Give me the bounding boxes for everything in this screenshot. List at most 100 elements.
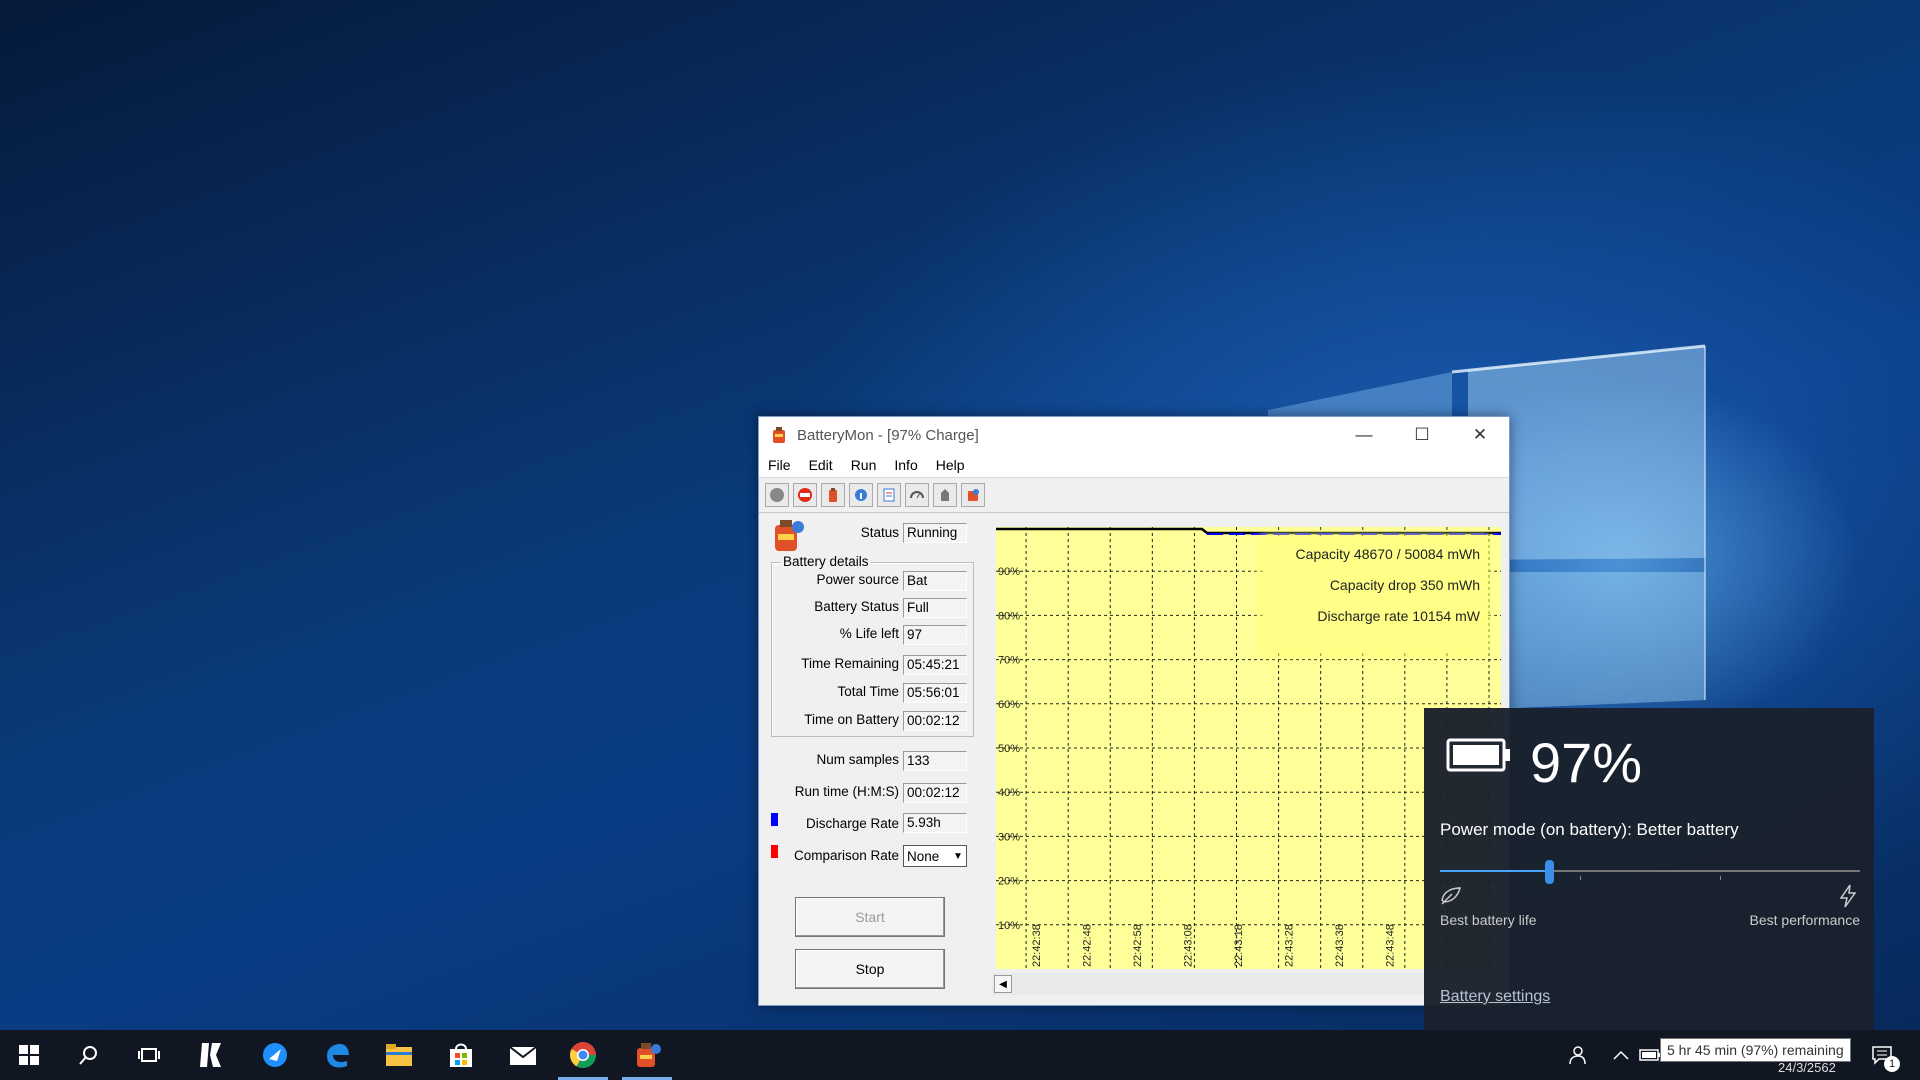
taskbar-edge[interactable]	[312, 1030, 362, 1080]
task-view-icon	[138, 1048, 160, 1062]
menu-bar: File Edit Run Info Help	[759, 453, 1509, 478]
menu-info[interactable]: Info	[885, 457, 926, 473]
batterymon-app-icon	[773, 427, 785, 443]
slider-fill	[1440, 870, 1550, 872]
y-tick-label: 10%	[998, 920, 1020, 932]
slider-thumb[interactable]	[1545, 860, 1555, 884]
power-mode-slider[interactable]	[1440, 856, 1860, 886]
slider-tick	[1580, 876, 1581, 880]
status-field: Running	[903, 523, 967, 543]
taskbar-app-2[interactable]	[250, 1030, 300, 1080]
time-remaining-label: Time Remaining	[801, 656, 899, 671]
stop-toolbar-button[interactable]	[793, 483, 817, 507]
edge-browser-icon	[327, 1044, 349, 1068]
windows-start-icon	[19, 1045, 39, 1065]
total-time-field: 05:56:01	[903, 683, 967, 703]
battery-settings-link[interactable]: Battery settings	[1440, 988, 1550, 1006]
y-tick-label: 70%	[998, 655, 1020, 667]
run-time-field: 00:02:12	[903, 783, 967, 803]
taskbar-batterymon[interactable]	[622, 1030, 672, 1080]
graph-info-box: Capacity 48670 / 50084 mWh Capacity drop…	[1264, 539, 1486, 651]
capacity-info: Capacity 48670 / 50084 mWh	[1295, 546, 1480, 562]
taskbar-mail[interactable]	[498, 1030, 548, 1080]
report-icon	[883, 488, 895, 502]
comparison-rate-select[interactable]: None ▼	[903, 845, 967, 867]
menu-file[interactable]: File	[759, 457, 800, 473]
show-hidden-icons-button[interactable]	[1606, 1030, 1636, 1080]
search-button[interactable]	[64, 1030, 114, 1080]
taskbar-app-1[interactable]	[186, 1030, 236, 1080]
report-toolbar-button[interactable]	[877, 483, 901, 507]
taskbar-chrome[interactable]	[558, 1030, 608, 1080]
close-button[interactable]: ✕	[1451, 417, 1509, 453]
scroll-left-icon[interactable]: ◀	[994, 975, 1012, 993]
life-left-field: 97	[903, 625, 967, 645]
action-center-button[interactable]: 1	[1862, 1030, 1902, 1080]
menu-edit[interactable]: Edit	[800, 457, 842, 473]
num-samples-field: 133	[903, 751, 967, 771]
discharge-rate-info: Discharge rate 10154 mW	[1317, 608, 1480, 624]
notification-count-badge: 1	[1884, 1056, 1900, 1072]
battery-details-legend: Battery details	[781, 554, 871, 569]
y-tick-label: 30%	[998, 831, 1020, 843]
chevron-up-icon	[1613, 1050, 1629, 1060]
y-tick-label: 50%	[998, 743, 1020, 755]
battery-tray-icon	[1639, 1049, 1660, 1061]
num-samples-label: Num samples	[816, 752, 899, 767]
maximize-button[interactable]: ☐	[1393, 417, 1451, 453]
slider-tick	[1720, 876, 1721, 880]
x-tick-label: 22:43:38	[1334, 924, 1346, 967]
x-tick-label: 22:43:48	[1385, 924, 1397, 967]
y-tick-label: 60%	[998, 699, 1020, 711]
info-toolbar-button[interactable]	[849, 483, 873, 507]
x-tick-label: 22:43:28	[1284, 924, 1296, 967]
capacity-drop-info: Capacity drop 350 mWh	[1329, 577, 1480, 593]
life-left-label: % Life left	[839, 626, 899, 641]
app-logo-icon	[200, 1043, 221, 1067]
start-button[interactable]	[4, 1030, 54, 1080]
status-label: Status	[860, 525, 899, 540]
battery-toolbar-button[interactable]	[821, 483, 845, 507]
comparison-rate-label: Comparison Rate	[793, 848, 899, 863]
discharge-rate-field: 5.93h	[903, 813, 967, 833]
x-tick-label: 22:42:58	[1132, 924, 1144, 967]
time-on-battery-label: Time on Battery	[804, 712, 899, 727]
taskbar-file-explorer[interactable]	[374, 1030, 424, 1080]
mail-icon	[509, 1046, 537, 1065]
battery-icon	[1446, 738, 1510, 772]
menu-run[interactable]: Run	[842, 457, 886, 473]
batterymon-app-icon	[637, 1043, 661, 1067]
task-view-button[interactable]	[124, 1030, 174, 1080]
about-toolbar-button[interactable]	[961, 483, 985, 507]
people-icon	[1569, 1046, 1586, 1065]
start-button[interactable]: Start	[795, 897, 945, 937]
discharge-rate-label: Discharge Rate	[805, 816, 899, 831]
battery-status-field: Full	[903, 598, 967, 618]
tray-date[interactable]: 24/3/2562	[1778, 1060, 1836, 1075]
comparison-rate-value: None	[907, 848, 940, 864]
batterymon-logo-icon	[968, 489, 979, 501]
total-time-label: Total Time	[837, 684, 899, 699]
x-tick-label: 22:43:18	[1233, 924, 1245, 967]
taskbar-store[interactable]	[436, 1030, 486, 1080]
stop-button[interactable]: Stop	[795, 949, 945, 989]
record-button[interactable]	[765, 483, 789, 507]
time-remaining-field: 05:45:21	[903, 655, 967, 675]
x-tick-label: 22:42:48	[1082, 924, 1094, 967]
chevron-down-icon[interactable]: ▼	[950, 846, 966, 866]
battery-status-label: Battery Status	[814, 599, 899, 614]
export-icon	[941, 489, 949, 501]
record-icon	[770, 488, 784, 502]
minimize-button[interactable]: —	[1335, 417, 1393, 453]
power-mode-label: Power mode (on battery): Better battery	[1440, 820, 1739, 839]
power-source-label: Power source	[816, 572, 899, 587]
title-bar[interactable]: BatteryMon - [97% Charge] — ☐ ✕	[759, 417, 1509, 453]
y-tick-label: 80%	[998, 610, 1020, 622]
stop-button-label: Stop	[855, 961, 885, 977]
y-tick-label: 20%	[998, 876, 1020, 888]
start-button-label: Start	[855, 909, 885, 925]
menu-help[interactable]: Help	[927, 457, 974, 473]
gauge-toolbar-button[interactable]	[905, 483, 929, 507]
export-toolbar-button[interactable]	[933, 483, 957, 507]
people-button[interactable]	[1560, 1030, 1592, 1080]
